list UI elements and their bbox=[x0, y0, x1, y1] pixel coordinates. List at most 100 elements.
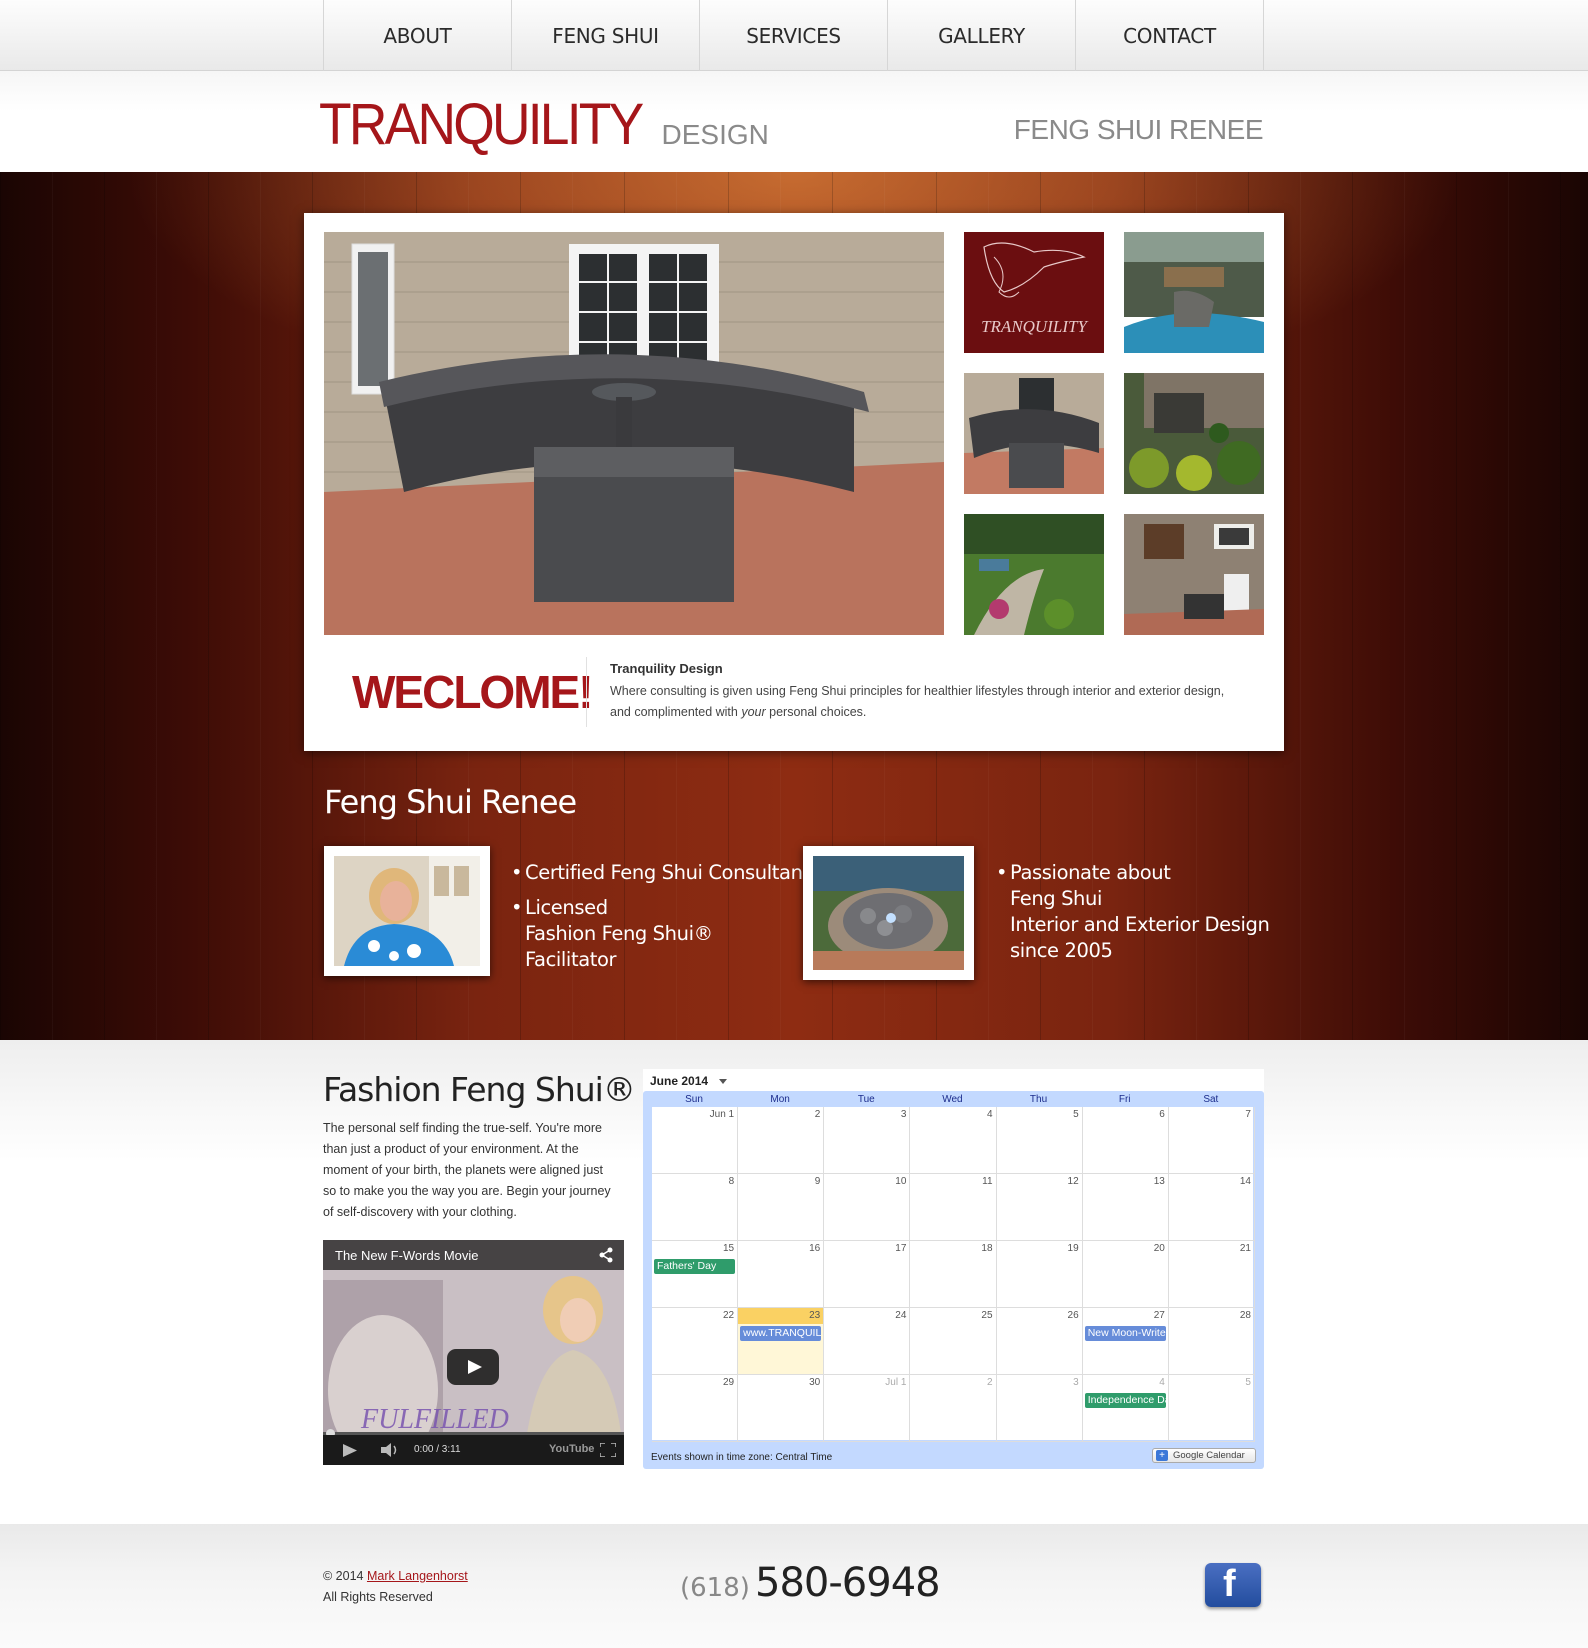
passion-item: Passionate about Feng Shui Interior and Ex… bbox=[996, 860, 1270, 964]
video-title-bar: The New F-Words Movie bbox=[323, 1240, 624, 1270]
renee-portrait[interactable] bbox=[324, 846, 490, 976]
calendar-day-cell[interactable]: 28 bbox=[1168, 1308, 1255, 1375]
phone-area-code: (618) bbox=[680, 1573, 750, 1603]
author-link[interactable]: Mark Langenhorst bbox=[367, 1569, 468, 1583]
calendar-day-number: 14 bbox=[1239, 1176, 1251, 1187]
calendar-day-cell[interactable]: 11 bbox=[910, 1174, 997, 1241]
calendar-day-cell[interactable]: 7 bbox=[1168, 1107, 1255, 1174]
play-button[interactable] bbox=[447, 1349, 499, 1385]
calendar-day-cell[interactable]: 9 bbox=[738, 1174, 825, 1241]
nav-menu: ABOUT FENG SHUI SERVICES GALLERY CONTACT bbox=[323, 0, 1264, 71]
header-tagline: FENG SHUI RENEE bbox=[1013, 114, 1264, 145]
play-icon[interactable] bbox=[343, 1444, 357, 1457]
calendar-day-number: 13 bbox=[1153, 1176, 1165, 1187]
calendar-day-cell[interactable]: 22 bbox=[652, 1308, 739, 1375]
site-logo[interactable]: TRANQUILITY DESIGN bbox=[319, 91, 769, 158]
fashion-feng-shui-title: Fashion Feng Shui® bbox=[323, 1070, 636, 1109]
gallery-thumb-patio[interactable] bbox=[964, 373, 1104, 494]
credential-item: Licensed Fashion Feng Shui® Facilitator bbox=[511, 895, 810, 973]
calendar-day-cell[interactable]: 6 bbox=[1082, 1107, 1169, 1174]
passion-line: Passionate about bbox=[1010, 861, 1171, 884]
calendar-day-number: 9 bbox=[814, 1176, 821, 1187]
youtube-video-player[interactable]: FULFILLED The New F-Words Movie 0:00 / 3… bbox=[323, 1240, 624, 1465]
calendar-day-cell[interactable]: 13 bbox=[1082, 1174, 1169, 1241]
calendar-day-cell[interactable]: Jul 1 bbox=[824, 1375, 911, 1442]
youtube-logo[interactable]: YouTube bbox=[549, 1443, 594, 1455]
calendar-day-cell[interactable]: 5 bbox=[1168, 1375, 1255, 1442]
calendar-month-label: June 2014 bbox=[650, 1074, 709, 1088]
gallery-thumb-logo[interactable]: TRANQUILITY bbox=[964, 232, 1104, 353]
calendar-event[interactable]: www.TRANQUILITY bbox=[740, 1326, 822, 1341]
calendar-day-cell[interactable]: 24 bbox=[824, 1308, 911, 1375]
calendar-day-cell[interactable]: 4 bbox=[910, 1107, 997, 1174]
passion-line: Feng Shui bbox=[1010, 887, 1102, 910]
passion-line: Interior and Exterior Design bbox=[1010, 913, 1270, 936]
calendar-day-cell[interactable]: 5 bbox=[996, 1107, 1083, 1174]
calendar-day-number: 2 bbox=[986, 1377, 993, 1388]
calendar-day-number: Jul 1 bbox=[885, 1377, 907, 1388]
calendar-day-number: 5 bbox=[1245, 1377, 1251, 1388]
calendar-day-cell[interactable]: 23 www.TRANQUILITY bbox=[738, 1308, 825, 1375]
gallery-thumb-garden[interactable] bbox=[1124, 373, 1264, 494]
gallery-thumb-pool[interactable] bbox=[1124, 232, 1264, 353]
hero-patio-image[interactable] bbox=[324, 232, 944, 635]
calendar-day-number: 2 bbox=[814, 1109, 821, 1120]
site-header: TRANQUILITY DESIGN FENG SHUI RENEE bbox=[0, 71, 1588, 172]
fullscreen-icon[interactable] bbox=[600, 1443, 616, 1457]
calendar-event[interactable]: Independence Day bbox=[1084, 1393, 1166, 1408]
credential-line: Fashion Feng Shui® bbox=[525, 922, 713, 945]
calendar-day-header: Tue bbox=[857, 1094, 875, 1105]
welcome-text-emphasis: your bbox=[741, 705, 766, 719]
calendar-day-cell[interactable]: 12 bbox=[996, 1174, 1083, 1241]
welcome-text-part: personal choices. bbox=[765, 705, 867, 719]
calendar-day-number: 12 bbox=[1067, 1176, 1079, 1187]
calendar-day-cell[interactable]: 14 bbox=[1168, 1174, 1255, 1241]
calendar-day-header: Sat bbox=[1203, 1094, 1219, 1105]
calendar-day-cell[interactable]: 30 bbox=[738, 1375, 825, 1442]
welcome-description: Where consulting is given using Feng Shu… bbox=[610, 681, 1230, 723]
chevron-down-icon bbox=[719, 1079, 728, 1085]
calendar-day-cell[interactable]: 15 Fathers' Day bbox=[652, 1241, 739, 1308]
volume-icon[interactable] bbox=[381, 1443, 401, 1457]
phone-number[interactable]: (618) 580-6948 bbox=[680, 1560, 941, 1606]
facebook-icon[interactable]: f bbox=[1205, 1563, 1261, 1607]
calendar-day-cell[interactable]: 8 bbox=[652, 1174, 739, 1241]
calendar-day-number: 4 bbox=[1159, 1377, 1165, 1388]
calendar-event[interactable]: New Moon-Write bbox=[1084, 1326, 1166, 1341]
calendar-day-cell[interactable]: 16 bbox=[738, 1241, 825, 1308]
nav-item-services[interactable]: SERVICES bbox=[700, 0, 888, 71]
firepit-photo[interactable] bbox=[803, 846, 974, 980]
nav-item-gallery[interactable]: GALLERY bbox=[888, 0, 1076, 71]
calendar-day-cell[interactable]: 2 bbox=[738, 1107, 825, 1174]
calendar-day-cell[interactable]: 3 bbox=[824, 1107, 911, 1174]
gallery-thumb-house[interactable] bbox=[1124, 514, 1264, 635]
calendar-day-cell[interactable]: 4 Independence Day bbox=[1082, 1375, 1169, 1442]
calendar-day-cell[interactable]: 10 bbox=[824, 1174, 911, 1241]
calendar-day-cell[interactable]: 18 bbox=[910, 1241, 997, 1308]
calendar-day-cell[interactable]: 2 bbox=[910, 1375, 997, 1442]
gallery-thumb-landscape[interactable] bbox=[964, 514, 1104, 635]
calendar-day-cell[interactable]: 20 bbox=[1082, 1241, 1169, 1308]
calendar-day-cell[interactable]: 25 bbox=[910, 1308, 997, 1375]
share-icon[interactable] bbox=[598, 1247, 614, 1263]
calendar-day-cell[interactable]: 17 bbox=[824, 1241, 911, 1308]
calendar-event[interactable]: Fathers' Day bbox=[654, 1259, 736, 1274]
calendar-day-cell[interactable]: 19 bbox=[996, 1241, 1083, 1308]
calendar-day-cell[interactable]: 21 bbox=[1168, 1241, 1255, 1308]
calendar-day-cell[interactable]: 26 bbox=[996, 1308, 1083, 1375]
calendar-day-cell[interactable]: 27 New Moon-Write bbox=[1082, 1308, 1169, 1375]
nav-item-about[interactable]: ABOUT bbox=[324, 0, 512, 71]
nav-item-contact[interactable]: CONTACT bbox=[1076, 0, 1264, 71]
copyright-text: © 2014 bbox=[323, 1569, 367, 1583]
calendar-day-number: 6 bbox=[1159, 1109, 1165, 1120]
credential-line: Facilitator bbox=[525, 948, 617, 971]
nav-item-feng-shui[interactable]: FENG SHUI bbox=[512, 0, 700, 71]
video-title[interactable]: The New F-Words Movie bbox=[335, 1248, 479, 1263]
google-calendar-button[interactable]: + Google Calendar bbox=[1152, 1448, 1256, 1463]
calendar-month-selector[interactable]: June 2014 bbox=[650, 1074, 728, 1088]
calendar-day-number: 30 bbox=[809, 1377, 821, 1388]
calendar-day-cell[interactable]: 3 bbox=[996, 1375, 1083, 1442]
calendar-day-cell[interactable]: 29 bbox=[652, 1375, 739, 1442]
renee-section-title: Feng Shui Renee bbox=[324, 783, 577, 821]
calendar-day-cell[interactable]: Jun 1 bbox=[652, 1107, 739, 1174]
